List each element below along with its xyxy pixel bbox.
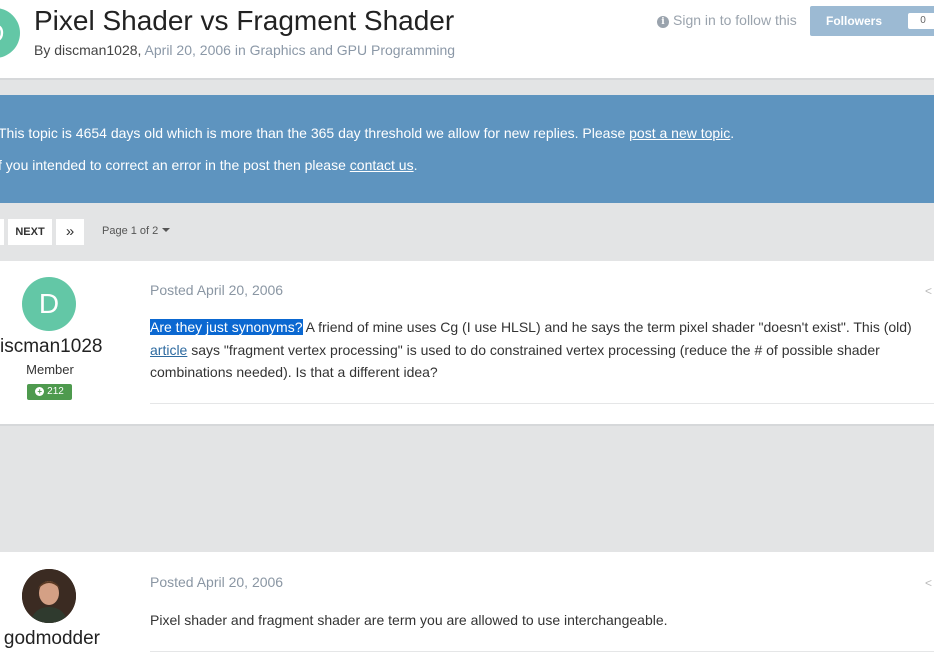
- topic-header: D Pixel Shader vs Fragment Shader By dis…: [0, 0, 934, 80]
- page-jump-dropdown[interactable]: Page 1 of 2: [102, 225, 171, 237]
- followers-label: Followers: [826, 14, 883, 28]
- contact-us-link[interactable]: contact us: [350, 157, 414, 173]
- post-body-line: combinations needed). Is that a differen…: [150, 364, 438, 380]
- reputation-count: 212: [47, 386, 64, 397]
- article-link[interactable]: article: [150, 342, 187, 358]
- page-jump-label: Page 1 of 2: [102, 225, 159, 237]
- followers-button[interactable]: Followers 0: [810, 6, 934, 36]
- post-divider: [150, 651, 934, 652]
- pagination-next-button[interactable]: NEXT: [8, 219, 52, 245]
- author-avatar[interactable]: D: [22, 277, 76, 331]
- byline-in: in: [230, 42, 250, 58]
- post-author-link[interactable]: godmodder: [0, 628, 100, 650]
- notice-line-1-end: .: [730, 125, 735, 141]
- post-body-line: article says "fragment vertex processing…: [150, 339, 912, 362]
- info-icon: i: [657, 16, 669, 28]
- page-title: Pixel Shader vs Fragment Shader: [34, 5, 455, 36]
- follow-label: Sign in to follow this: [673, 12, 797, 28]
- selected-text: Are they just synonyms?: [150, 319, 303, 335]
- share-icon[interactable]: <: [925, 576, 932, 590]
- notice-line-2-text: f you intended to correct an error in th…: [0, 157, 350, 173]
- reputation-badge[interactable]: +212: [27, 384, 72, 400]
- topic-byline: By discman1028, April 20, 2006 in Graphi…: [34, 42, 455, 58]
- post-date[interactable]: Posted April 20, 2006: [150, 574, 283, 590]
- notice-line-1: This topic is 4654 days old which is mor…: [0, 125, 734, 141]
- post-body-text: A friend of mine uses Cg (I use HLSL) an…: [302, 319, 912, 335]
- post-date[interactable]: Posted April 20, 2006: [150, 282, 283, 298]
- avatar-photo-icon: [22, 569, 76, 623]
- post-author-link[interactable]: iscman1028: [0, 336, 102, 358]
- author-avatar[interactable]: [22, 569, 76, 623]
- byline-author-link[interactable]: discman1028: [54, 42, 137, 58]
- byline-forum-link[interactable]: Graphics and GPU Programming: [250, 42, 455, 58]
- post-divider: [150, 403, 934, 404]
- notice-line-2: f you intended to correct an error in th…: [0, 157, 418, 173]
- post-new-topic-link[interactable]: post a new topic: [629, 125, 730, 141]
- byline-date: April 20, 2006: [144, 42, 231, 58]
- post-body-text: says "fragment vertex processing" is use…: [187, 341, 880, 358]
- notice-line-1-text: This topic is 4654 days old which is mor…: [0, 125, 630, 141]
- author-rank: Member: [26, 362, 74, 377]
- locked-topic-notice: This topic is 4654 days old which is mor…: [0, 95, 934, 203]
- pagination-last-button[interactable]: »: [56, 219, 84, 245]
- byline-comma: ,: [137, 42, 145, 58]
- post-body: Pixel shader and fragment shader are ter…: [150, 612, 668, 628]
- post-body-line: Are they just synonyms? A friend of mine…: [150, 316, 912, 339]
- byline-prefix: By: [34, 42, 55, 58]
- followers-count: 0: [908, 13, 934, 29]
- author-avatar[interactable]: D: [0, 8, 20, 58]
- caret-down-icon: [162, 228, 171, 232]
- share-icon[interactable]: <: [925, 284, 932, 298]
- post-body: Are they just synonyms? A friend of mine…: [150, 316, 912, 384]
- pagination-prev-button[interactable]: [0, 219, 4, 245]
- sign-in-to-follow-link[interactable]: i Sign in to follow this: [657, 12, 797, 28]
- post: godmodder Posted April 20, 2006 < Pixel …: [0, 552, 934, 654]
- notice-line-2-end: .: [413, 157, 418, 173]
- post: D iscman1028 Member +212 Posted April 20…: [0, 261, 934, 426]
- plus-icon: +: [35, 387, 45, 396]
